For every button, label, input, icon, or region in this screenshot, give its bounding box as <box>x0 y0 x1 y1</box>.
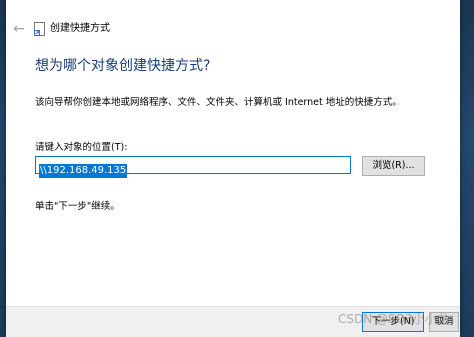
create-shortcut-dialog: ← 创建快捷方式 想为哪个对象创建快捷方式? 该向导帮你创建本地或网络程序、文件… <box>6 0 460 337</box>
title-bar: ← 创建快捷方式 <box>6 0 460 37</box>
location-input[interactable]: \\192.168.49.135 <box>35 156 351 178</box>
window-title: 创建快捷方式 <box>50 23 110 34</box>
location-input-value: \\192.168.49.135 <box>39 164 128 178</box>
browse-button[interactable]: 浏览(R)... <box>362 156 425 176</box>
wizard-description: 该向导帮你创建本地或网络程序、文件、文件夹、计算机或 Internet 地址的快… <box>35 97 402 108</box>
shortcut-icon <box>34 22 45 36</box>
back-arrow-icon[interactable]: ← <box>10 20 28 38</box>
watermark-text: CSDN @SO3小小龙 <box>338 312 449 326</box>
page-heading: 想为哪个对象创建快捷方式? <box>35 58 211 74</box>
location-label: 请键入对象的位置(T): <box>35 142 128 153</box>
next-hint: 单击"下一步"继续。 <box>35 201 120 212</box>
